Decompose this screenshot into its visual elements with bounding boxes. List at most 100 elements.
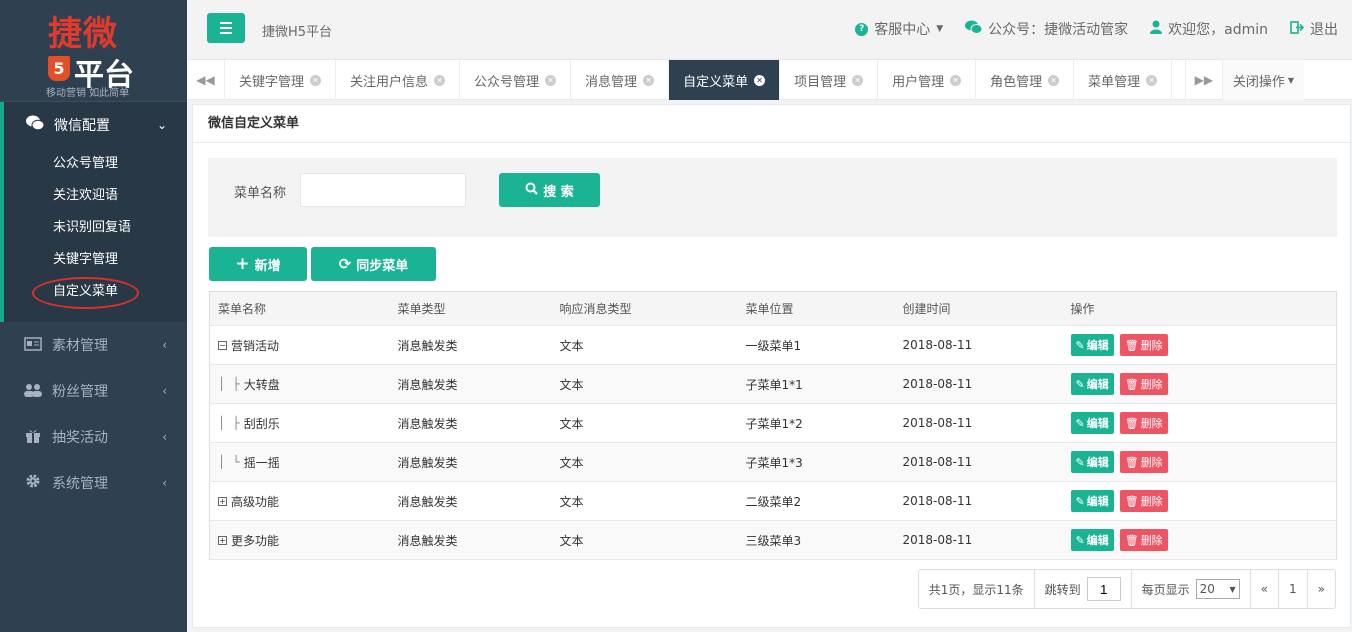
close-icon[interactable]: ✕	[1146, 74, 1158, 86]
tab-accounts[interactable]: 公众号管理 ✕	[460, 60, 572, 100]
menu-name: 摇一摇	[243, 455, 280, 470]
sidebar-item-custom-menu[interactable]: 自定义菜单	[4, 276, 187, 309]
cell-position: 子菜单1*3	[737, 442, 895, 482]
tab-users[interactable]: 用户管理 ✕	[878, 60, 977, 100]
delete-button[interactable]: 🗑 删除	[1119, 490, 1168, 512]
pager-per-page: 每页显示 20 ▼	[1132, 570, 1251, 608]
close-icon[interactable]: ✕	[434, 74, 446, 86]
cell-type: 消息触发类	[389, 403, 552, 443]
menu-toggle-button[interactable]	[207, 13, 245, 43]
panel-title: 微信自定义菜单	[193, 105, 1350, 143]
col-header-response-type[interactable]: 响应消息类型	[551, 291, 738, 326]
table-row[interactable]: − 营销活动 消息触发类 文本 一级菜单1 2018-08-11 ✎ 编辑 🗑 删除	[209, 325, 1337, 365]
tree-node: │ ├ 大转盘	[218, 376, 382, 393]
menu-fans[interactable]: 粉丝管理 ‹	[0, 368, 187, 414]
cell-actions: ✎ 编辑 🗑 删除	[1062, 520, 1337, 560]
menu-label: 粉丝管理	[52, 384, 108, 400]
service-label: 客服中心	[874, 22, 931, 38]
close-icon[interactable]: ✕	[310, 74, 322, 86]
menu-name-input[interactable]	[300, 173, 466, 207]
sidebar-item-welcome[interactable]: 关注欢迎语	[4, 180, 187, 212]
table-row[interactable]: + 更多功能 消息触发类 文本 三级菜单3 2018-08-11 ✎ 编辑 🗑 删除	[209, 520, 1337, 560]
close-icon[interactable]: ✕	[754, 74, 766, 86]
delete-button[interactable]: 🗑 删除	[1119, 373, 1168, 395]
add-button[interactable]: + 新增	[209, 247, 307, 281]
jump-page-input[interactable]	[1086, 577, 1121, 601]
edit-icon: ✎	[1075, 338, 1085, 352]
col-header-position[interactable]: 菜单位置	[737, 291, 895, 326]
prev-page-button[interactable]: «	[1251, 570, 1278, 608]
trash-icon: 🗑	[1124, 455, 1139, 469]
delete-button[interactable]: 🗑 删除	[1119, 529, 1168, 551]
per-page-select[interactable]: 20 ▼	[1195, 579, 1240, 599]
col-header-type[interactable]: 菜单类型	[389, 291, 552, 326]
chevron-down-icon: ⌄	[156, 118, 167, 132]
sidebar-item-keywords[interactable]: 关键字管理	[4, 244, 187, 276]
per-page-value: 20	[1199, 582, 1215, 596]
search-button[interactable]: 搜 索	[499, 173, 600, 207]
account-link[interactable]: 公众号：捷微活动管家	[965, 19, 1128, 39]
table-row[interactable]: + 高级功能 消息触发类 文本 二级菜单2 2018-08-11 ✎ 编辑 🗑 删除	[209, 481, 1337, 521]
tree-branch-icon: │ ├	[218, 416, 240, 430]
cell-type: 消息触发类	[389, 481, 552, 521]
sidebar-item-unrecognized-reply[interactable]: 未识别回复语	[4, 212, 187, 244]
trash-icon: 🗑	[1124, 377, 1139, 391]
delete-button[interactable]: 🗑 删除	[1119, 451, 1168, 473]
caret-down-icon: ▼	[1287, 75, 1294, 85]
edit-button[interactable]: ✎ 编辑	[1070, 373, 1114, 395]
cell-actions: ✎ 编辑 🗑 删除	[1062, 364, 1337, 404]
menu-name: 刮刮乐	[243, 416, 280, 431]
close-operations-dropdown[interactable]: 关闭操作 ▼	[1222, 60, 1304, 100]
delete-button[interactable]: 🗑 删除	[1119, 334, 1168, 356]
col-header-name[interactable]: 菜单名称	[209, 291, 390, 326]
wechat-icon	[965, 20, 983, 38]
tab-scroll-left-button[interactable]: ◀◀	[187, 60, 225, 100]
close-icon[interactable]: ✕	[950, 74, 962, 86]
expand-icon[interactable]: +	[218, 496, 227, 506]
service-center-dropdown[interactable]: ? 客服中心 ▼	[855, 19, 943, 39]
menu-materials[interactable]: 素材管理 ‹	[0, 322, 187, 368]
edit-button[interactable]: ✎ 编辑	[1070, 529, 1114, 551]
delete-label: 删除	[1140, 495, 1163, 508]
table-header-row: 菜单名称 菜单类型 响应消息类型 菜单位置 创建时间 操作	[209, 291, 1337, 326]
close-icon[interactable]: ✕	[852, 74, 864, 86]
menu-system[interactable]: 系统管理 ‹	[0, 460, 187, 506]
close-icon[interactable]: ✕	[1048, 74, 1060, 86]
tab-menus[interactable]: 菜单管理 ✕	[1074, 60, 1173, 100]
user-link[interactable]: 欢迎您，admin	[1150, 19, 1268, 39]
table-row[interactable]: │ ├ 大转盘 消息触发类 文本 子菜单1*1 2018-08-11 ✎ 编辑 🗑…	[209, 364, 1337, 404]
close-icon[interactable]: ✕	[545, 74, 557, 86]
cell-created: 2018-08-11	[894, 325, 1063, 365]
edit-label: 编辑	[1086, 495, 1109, 508]
expand-icon[interactable]: +	[218, 535, 227, 545]
edit-button[interactable]: ✎ 编辑	[1070, 334, 1114, 356]
table-row[interactable]: │ ├ 刮刮乐 消息触发类 文本 子菜单1*2 2018-08-11 ✎ 编辑 🗑…	[209, 403, 1337, 443]
edit-button[interactable]: ✎ 编辑	[1070, 490, 1114, 512]
table-row[interactable]: │ └ 摇一摇 消息触发类 文本 子菜单1*3 2018-08-11 ✎ 编辑 🗑…	[209, 442, 1337, 482]
sync-menu-button[interactable]: ⟳ 同步菜单	[311, 247, 436, 281]
collapse-icon[interactable]: −	[218, 340, 227, 350]
delete-button[interactable]: 🗑 删除	[1119, 412, 1168, 434]
tab-roles[interactable]: 角色管理 ✕	[976, 60, 1075, 100]
tab-followers[interactable]: 关注用户信息 ✕	[336, 60, 461, 100]
close-icon[interactable]: ✕	[643, 74, 655, 86]
sidebar-item-accounts[interactable]: 公众号管理	[4, 148, 187, 180]
page-number-button[interactable]: 1	[1278, 570, 1307, 608]
logout-button[interactable]: 退出	[1290, 19, 1338, 39]
tab-keywords[interactable]: 关键字管理 ✕	[225, 60, 337, 100]
col-header-created[interactable]: 创建时间	[894, 291, 1063, 326]
tab-messages[interactable]: 消息管理 ✕	[571, 60, 670, 100]
cell-name: + 高级功能	[209, 481, 390, 521]
menu-lottery[interactable]: 抽奖活动 ‹	[0, 414, 187, 460]
tab-scroll-right-button[interactable]: ▶▶	[1184, 60, 1223, 100]
html5-icon: 5	[48, 56, 70, 81]
tab-projects[interactable]: 项目管理 ✕	[780, 60, 879, 100]
pager-summary: 共1页，显示11条	[919, 570, 1035, 608]
edit-button[interactable]: ✎ 编辑	[1070, 412, 1114, 434]
tab-label: 公众号管理	[474, 74, 540, 90]
menu-wechat-config[interactable]: 微信配置 ⌄	[0, 102, 187, 148]
card-icon	[22, 336, 44, 355]
edit-button[interactable]: ✎ 编辑	[1070, 451, 1114, 473]
next-page-button[interactable]: »	[1306, 570, 1335, 608]
tab-custom-menu[interactable]: 自定义菜单 ✕	[669, 60, 781, 100]
